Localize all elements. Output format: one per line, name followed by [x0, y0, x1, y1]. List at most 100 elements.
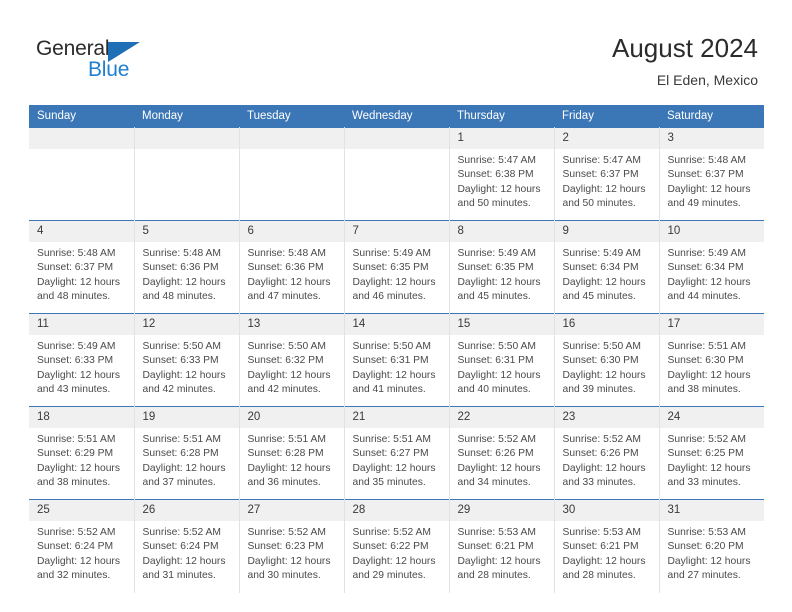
calendar-day-cell[interactable]: 17 Sunrise: 5:51 AM Sunset: 6:30 PM Dayligh… — [658, 313, 765, 407]
sunset-time: Sunset: 6:23 PM — [247, 541, 324, 553]
day-number: 23 — [554, 407, 659, 428]
day-details: Sunrise: 5:49 AM Sunset: 6:35 PM Daylight:… — [345, 242, 449, 305]
day-number — [239, 128, 344, 149]
day-details: Sunrise: 5:53 AM Sunset: 6:20 PM Daylight:… — [660, 521, 765, 584]
day-details: Sunrise: 5:49 AM Sunset: 6:33 PM Daylight:… — [29, 335, 134, 398]
calendar-day-cell[interactable]: 23 Sunrise: 5:52 AM Sunset: 6:26 PM Dayligh… — [553, 406, 660, 500]
daylight-duration-line1: Daylight: 12 hours — [562, 462, 646, 474]
day-number — [29, 128, 134, 149]
calendar-day-cell[interactable]: 4 Sunrise: 5:48 AM Sunset: 6:37 PM Daylight… — [29, 220, 135, 314]
sunset-time: Sunset: 6:28 PM — [247, 448, 324, 460]
calendar-cell-empty — [238, 127, 345, 221]
calendar-day-cell[interactable]: 8 Sunrise: 5:49 AM Sunset: 6:35 PM Daylight… — [448, 220, 555, 314]
sunrise-time: Sunrise: 5:47 AM — [457, 155, 536, 166]
sunset-time: Sunset: 6:33 PM — [142, 355, 219, 367]
general-blue-logo[interactable]: General Blue — [36, 38, 216, 86]
sunrise-time: Sunrise: 5:53 AM — [457, 527, 536, 538]
calendar-day-cell[interactable]: 14 Sunrise: 5:50 AM Sunset: 6:31 PM Dayligh… — [343, 313, 450, 407]
day-details: Sunrise: 5:51 AM Sunset: 6:27 PM Daylight:… — [345, 428, 449, 491]
calendar-day-cell[interactable]: 16 Sunrise: 5:50 AM Sunset: 6:30 PM Dayligh… — [553, 313, 660, 407]
day-details: Sunrise: 5:52 AM Sunset: 6:26 PM Daylight:… — [555, 428, 659, 491]
daylight-duration-line2: and 48 minutes. — [37, 291, 111, 303]
calendar-day-cell[interactable]: 24 Sunrise: 5:52 AM Sunset: 6:25 PM Dayligh… — [658, 406, 764, 500]
daylight-duration-line2: and 37 minutes. — [142, 477, 216, 489]
day-number: 19 — [134, 407, 239, 428]
calendar-day-cell[interactable]: 25 Sunrise: 5:52 AM Sunset: 6:24 PM Dayligh… — [29, 499, 135, 593]
day-details: Sunrise: 5:50 AM Sunset: 6:31 PM Daylight:… — [450, 335, 554, 398]
daylight-duration-line1: Daylight: 12 hours — [457, 183, 541, 195]
logo-text-blue: Blue — [88, 58, 130, 81]
weekday-header-row: Sunday Monday Tuesday Wednesday Thursday… — [29, 105, 764, 128]
sunset-time: Sunset: 6:30 PM — [667, 355, 744, 367]
title-block: August 2024 El Eden, Mexico — [612, 32, 758, 90]
calendar-week-row: 25 Sunrise: 5:52 AM Sunset: 6:24 PM Dayligh… — [29, 499, 765, 593]
daylight-duration-line1: Daylight: 12 hours — [562, 369, 646, 381]
daylight-duration-line1: Daylight: 12 hours — [352, 369, 436, 381]
calendar-day-cell[interactable]: 20 Sunrise: 5:51 AM Sunset: 6:28 PM Dayligh… — [238, 406, 345, 500]
calendar-day-cell[interactable]: 30 Sunrise: 5:53 AM Sunset: 6:21 PM Dayligh… — [553, 499, 660, 593]
day-details: Sunrise: 5:52 AM Sunset: 6:26 PM Daylight:… — [450, 428, 554, 491]
sunset-time: Sunset: 6:37 PM — [562, 169, 639, 181]
calendar-day-cell[interactable]: 6 Sunrise: 5:48 AM Sunset: 6:36 PM Daylight… — [238, 220, 345, 314]
day-details: Sunrise: 5:48 AM Sunset: 6:36 PM Daylight:… — [240, 242, 344, 305]
day-details: Sunrise: 5:48 AM Sunset: 6:37 PM Daylight:… — [660, 149, 765, 212]
calendar-day-cell[interactable]: 31 Sunrise: 5:53 AM Sunset: 6:20 PM Dayligh… — [658, 499, 765, 593]
sunset-time: Sunset: 6:26 PM — [562, 448, 639, 460]
calendar-day-cell[interactable]: 18 Sunrise: 5:51 AM Sunset: 6:29 PM Dayligh… — [29, 406, 135, 500]
sunset-time: Sunset: 6:33 PM — [37, 355, 114, 367]
daylight-duration-line1: Daylight: 12 hours — [142, 276, 226, 288]
sunrise-time: Sunrise: 5:48 AM — [37, 248, 116, 259]
daylight-duration-line1: Daylight: 12 hours — [667, 276, 751, 288]
sunset-time: Sunset: 6:24 PM — [37, 541, 114, 553]
daylight-duration-line1: Daylight: 12 hours — [352, 555, 436, 567]
calendar-day-cell[interactable]: 10 Sunrise: 5:49 AM Sunset: 6:34 PM Dayligh… — [658, 220, 764, 314]
calendar-day-cell[interactable]: 26 Sunrise: 5:52 AM Sunset: 6:24 PM Dayligh… — [133, 499, 240, 593]
sunset-time: Sunset: 6:31 PM — [457, 355, 534, 367]
daylight-duration-line2: and 41 minutes. — [352, 384, 426, 396]
day-details: Sunrise: 5:53 AM Sunset: 6:21 PM Daylight:… — [450, 521, 554, 584]
day-number: 13 — [239, 314, 344, 335]
page-subtitle: El Eden, Mexico — [656, 72, 758, 88]
day-number: 18 — [29, 407, 134, 428]
calendar-day-cell[interactable]: 29 Sunrise: 5:53 AM Sunset: 6:21 PM Dayligh… — [448, 499, 555, 593]
sunset-time: Sunset: 6:31 PM — [352, 355, 429, 367]
calendar-day-cell[interactable]: 9 Sunrise: 5:49 AM Sunset: 6:34 PM Daylight… — [553, 220, 660, 314]
page-title: August 2024 — [611, 33, 758, 63]
calendar-day-cell[interactable]: 2 Sunrise: 5:47 AM Sunset: 6:37 PM Daylight… — [553, 127, 660, 221]
sunrise-time: Sunrise: 5:48 AM — [667, 155, 746, 166]
sunrise-time: Sunrise: 5:51 AM — [352, 434, 431, 445]
calendar-day-cell[interactable]: 15 Sunrise: 5:50 AM Sunset: 6:31 PM Dayligh… — [448, 313, 555, 407]
calendar-day-cell[interactable]: 5 Sunrise: 5:48 AM Sunset: 6:36 PM Daylight… — [133, 220, 240, 314]
day-details: Sunrise: 5:50 AM Sunset: 6:33 PM Daylight:… — [135, 335, 239, 398]
day-details: Sunrise: 5:50 AM Sunset: 6:30 PM Daylight:… — [555, 335, 659, 398]
sunrise-time: Sunrise: 5:48 AM — [142, 248, 221, 259]
calendar-day-cell[interactable]: 1 Sunrise: 5:47 AM Sunset: 6:38 PM Daylight… — [448, 127, 555, 221]
sunrise-time: Sunrise: 5:49 AM — [352, 248, 431, 259]
logo-text-general: General — [36, 37, 110, 60]
daylight-duration-line1: Daylight: 12 hours — [37, 462, 120, 474]
sunset-time: Sunset: 6:35 PM — [457, 262, 534, 274]
daylight-duration-line2: and 42 minutes. — [247, 384, 321, 396]
calendar-day-cell[interactable]: 7 Sunrise: 5:49 AM Sunset: 6:35 PM Daylight… — [343, 220, 450, 314]
sunrise-time: Sunrise: 5:50 AM — [142, 341, 221, 352]
sunset-time: Sunset: 6:35 PM — [352, 262, 429, 274]
sunset-time: Sunset: 6:32 PM — [247, 355, 324, 367]
sunrise-time: Sunrise: 5:53 AM — [667, 527, 746, 538]
calendar-day-cell[interactable]: 21 Sunrise: 5:51 AM Sunset: 6:27 PM Dayligh… — [343, 406, 450, 500]
sunset-time: Sunset: 6:34 PM — [667, 262, 744, 274]
weekday-header-sunday: Sunday — [29, 105, 134, 128]
sunset-time: Sunset: 6:38 PM — [457, 169, 534, 181]
calendar-day-cell[interactable]: 22 Sunrise: 5:52 AM Sunset: 6:26 PM Dayligh… — [448, 406, 555, 500]
day-number: 10 — [659, 221, 764, 242]
calendar-day-cell[interactable]: 3 Sunrise: 5:48 AM Sunset: 6:37 PM Daylight… — [658, 127, 765, 221]
daylight-duration-line2: and 35 minutes. — [352, 477, 426, 489]
calendar-day-cell[interactable]: 11 Sunrise: 5:49 AM Sunset: 6:33 PM Dayligh… — [29, 313, 135, 407]
day-number — [134, 128, 239, 149]
sunrise-time: Sunrise: 5:50 AM — [352, 341, 431, 352]
calendar-day-cell[interactable]: 13 Sunrise: 5:50 AM Sunset: 6:32 PM Dayligh… — [238, 313, 345, 407]
calendar-day-cell[interactable]: 19 Sunrise: 5:51 AM Sunset: 6:28 PM Dayligh… — [133, 406, 240, 500]
calendar-day-cell[interactable]: 28 Sunrise: 5:52 AM Sunset: 6:22 PM Dayligh… — [343, 499, 450, 593]
day-details: Sunrise: 5:51 AM Sunset: 6:30 PM Daylight:… — [660, 335, 765, 398]
calendar-day-cell[interactable]: 12 Sunrise: 5:50 AM Sunset: 6:33 PM Dayligh… — [133, 313, 240, 407]
calendar-day-cell[interactable]: 27 Sunrise: 5:52 AM Sunset: 6:23 PM Dayligh… — [238, 499, 345, 593]
